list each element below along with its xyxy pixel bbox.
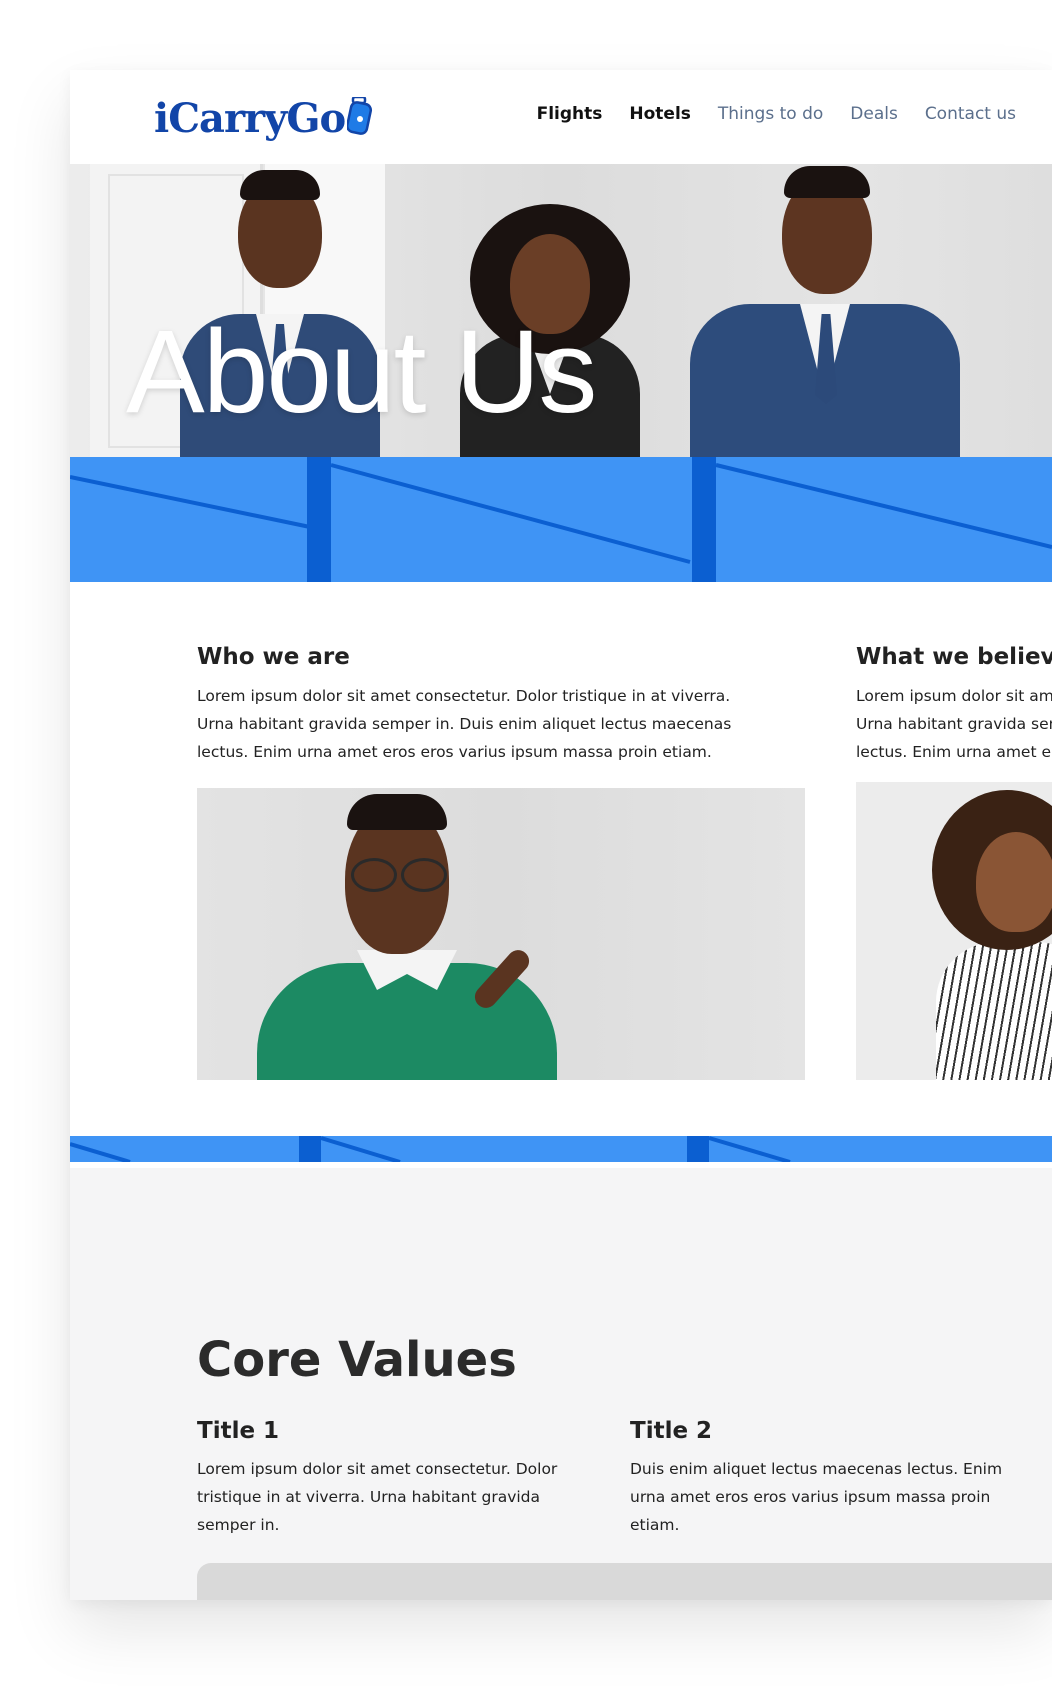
believe-line-1: Lorem ipsum dolor sit amet consectetur. [856,687,1052,705]
core-values-card [197,1563,1052,1600]
value-1-line-1: Lorem ipsum dolor sit amet consectetur. … [197,1460,558,1478]
value-1-text: Lorem ipsum dolor sit amet consectetur. … [197,1455,607,1539]
who-line-2: Urna habitant gravida semper in. Duis en… [197,715,732,733]
who-we-are-photo [197,788,805,1080]
nav-things-to-do[interactable]: Things to do [718,104,823,124]
what-we-believe-title: What we believe [856,644,1052,670]
core-values-title: Core Values [197,1332,517,1388]
value-2-line-3: etiam. [630,1516,680,1534]
who-we-are-title: Who we are [197,644,350,670]
nav-hotels[interactable]: Hotels [629,104,691,124]
who-we-are-text: Lorem ipsum dolor sit amet consectetur. … [197,682,757,766]
believe-line-3: lectus. Enim urna amet eros eros varius. [856,743,1052,761]
nav-deals[interactable]: Deals [850,104,898,124]
value-1-title: Title 1 [197,1418,280,1444]
luggage-icon [347,97,373,135]
site-logo[interactable]: iCarryGo [154,90,373,146]
value-2-text: Duis enim aliquet lectus maecenas lectus… [630,1455,1040,1539]
value-2-line-2: urna amet eros eros varius ipsum massa p… [630,1488,991,1506]
main-nav: Flights Hotels Things to do Deals Contac… [537,104,1016,124]
core-values-section: Core Values Title 1 Lorem ipsum dolor si… [70,1168,1052,1600]
what-we-believe-text: Lorem ipsum dolor sit amet consectetur. … [856,682,1052,766]
nav-flights[interactable]: Flights [537,104,603,124]
value-2-title: Title 2 [630,1418,713,1444]
believe-line-2: Urna habitant gravida semper in. [856,715,1052,733]
hero-banner: About Us [70,164,1052,457]
nav-contact-us[interactable]: Contact us [925,104,1016,124]
value-1-line-2: tristique in at viverra. Urna habitant g… [197,1488,541,1506]
who-line-3: lectus. Enim urna amet eros eros varius … [197,743,712,761]
logo-wordmark: iCarryGo [154,94,346,142]
page-title: About Us [126,306,597,438]
hero-person-right [690,164,960,457]
decorative-band-middle [70,1136,1052,1162]
value-1-line-3: semper in. [197,1516,280,1534]
who-line-1: Lorem ipsum dolor sit amet consectetur. … [197,687,731,705]
decorative-band-top [70,457,1052,582]
value-2-line-1: Duis enim aliquet lectus maecenas lectus… [630,1460,1003,1478]
site-header: iCarryGo Flights Hotels Things to do Dea… [70,70,1052,164]
what-we-believe-photo [856,782,1052,1080]
page-canvas: iCarryGo Flights Hotels Things to do Dea… [70,70,1052,1600]
